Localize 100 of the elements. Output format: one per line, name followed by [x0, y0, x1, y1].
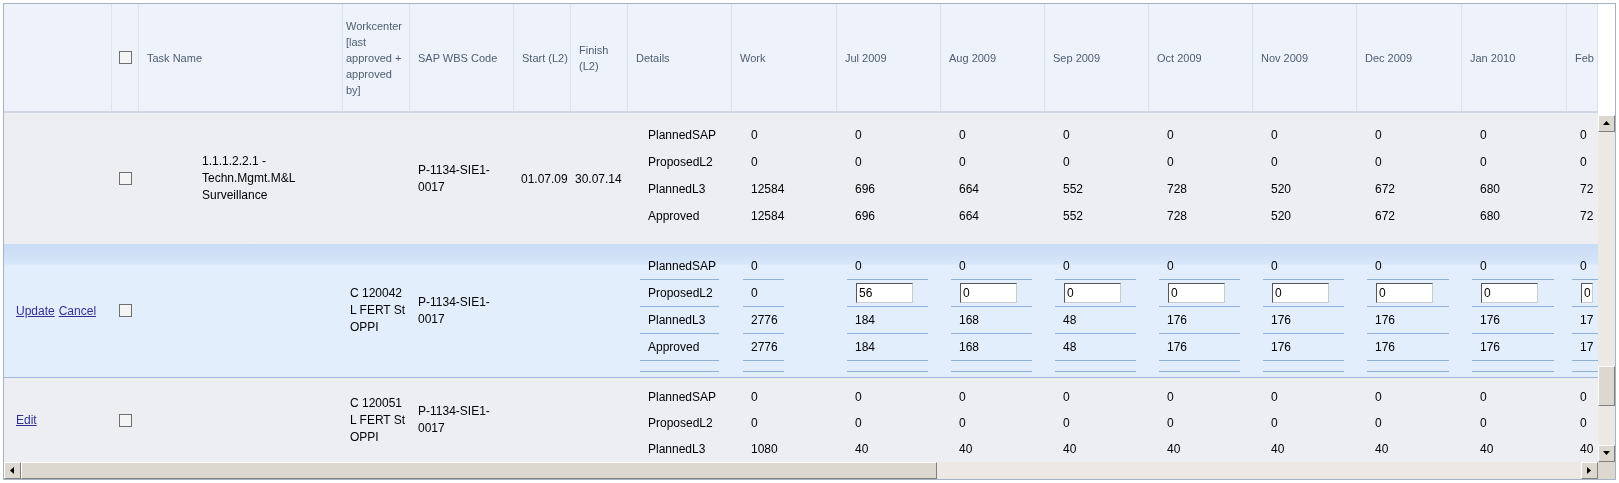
work-value: 0: [743, 253, 784, 280]
horizontal-scrollbar[interactable]: [4, 462, 1615, 479]
month-value: 0: [1062, 415, 1071, 432]
column-header[interactable]: Nov 2009: [1261, 49, 1309, 66]
month-value: 664: [958, 207, 981, 225]
column-header[interactable]: Details: [636, 49, 670, 66]
month-value: 0: [1166, 415, 1175, 432]
month-value: 696: [854, 180, 877, 198]
column-header[interactable]: Workcenter [last approved + approved by]: [346, 17, 407, 98]
work-value: 2776: [743, 307, 784, 334]
detail-label: PlannedSAP: [647, 126, 718, 144]
month-input[interactable]: 0: [1168, 283, 1225, 303]
detail-label: ProposedL2: [647, 153, 714, 171]
month-value: 0: [854, 389, 863, 406]
detail-label: PlannedL3: [647, 180, 707, 198]
month-value: 176: [1472, 307, 1554, 334]
workcenter: C 120051 L FERT St OPPI: [350, 394, 407, 446]
scroll-left-icon[interactable]: [4, 462, 21, 479]
month-value: 0: [1062, 389, 1071, 406]
month-value: 0: [1270, 153, 1279, 171]
month-value: 48: [1055, 307, 1136, 334]
month-value: 0: [1270, 415, 1279, 432]
month-value: 168: [951, 307, 1032, 334]
month-value: 0: [958, 415, 967, 432]
month-value: 0: [1367, 253, 1449, 280]
month-input[interactable]: 0: [1272, 283, 1329, 303]
month-input[interactable]: 0: [1376, 283, 1433, 303]
month-value: 40: [1166, 441, 1182, 458]
vertical-scrollbar[interactable]: [1598, 115, 1615, 462]
month-value: 48: [1055, 334, 1136, 361]
detail-label: PlannedL3: [640, 307, 719, 334]
wbs-code: P-1134-SIE1-0017: [418, 293, 491, 328]
month-value: 0: [1472, 253, 1554, 280]
month-input[interactable]: 0: [960, 283, 1017, 303]
column-header[interactable]: SAP WBS Code: [418, 49, 498, 66]
wbs-code: P-1134-SIE1-0017: [418, 161, 491, 196]
month-value: 520: [1270, 207, 1293, 225]
month-value: 0: [1374, 415, 1383, 432]
checkbox[interactable]: [119, 172, 132, 185]
month-value: 0: [1479, 126, 1488, 144]
work-value: 0: [750, 389, 759, 406]
row-link[interactable]: Edit: [16, 411, 37, 429]
work-value: 0: [750, 126, 759, 144]
detail-label: ProposedL2: [640, 280, 719, 307]
month-input[interactable]: 0: [1481, 283, 1538, 303]
month-value: 184: [847, 307, 928, 334]
column-header[interactable]: Sep 2009: [1053, 49, 1101, 66]
month-value: 176: [1263, 334, 1344, 361]
month-value: 0: [1166, 126, 1175, 144]
scroll-right-icon[interactable]: [1581, 462, 1598, 479]
scroll-up-icon[interactable]: [1598, 115, 1615, 132]
column-header[interactable]: Dec 2009: [1365, 49, 1413, 66]
month-value: 0: [1270, 389, 1279, 406]
wbs-code: P-1134-SIE1-0017: [418, 403, 491, 437]
workcenter: C 120042 L FERT St OPPI: [350, 285, 407, 336]
month-value: 176: [1159, 307, 1240, 334]
checkbox[interactable]: [118, 51, 132, 64]
month-value: 0: [1579, 415, 1588, 432]
checkbox[interactable]: [119, 413, 132, 427]
month-value: 176: [1159, 334, 1240, 361]
column-header[interactable]: Start (L2): [522, 49, 568, 66]
column-header[interactable]: Task Name: [147, 49, 203, 66]
month-input[interactable]: 0: [1064, 283, 1121, 303]
work-value: 2776: [743, 334, 784, 361]
month-value: 40: [854, 441, 870, 458]
month-value: 0: [1055, 253, 1136, 280]
month-value: 680: [1479, 207, 1502, 225]
month-value: 0: [1479, 389, 1488, 406]
month-input[interactable]: 56: [856, 283, 913, 303]
column-header[interactable]: Finish (L2): [579, 41, 625, 74]
month-value: 40: [1374, 441, 1390, 458]
month-value: 0: [1374, 153, 1383, 171]
month-value: 0: [958, 153, 967, 171]
detail-label: PlannedSAP: [640, 253, 719, 280]
scrollbar-thumb[interactable]: [21, 462, 937, 479]
month-value: 0: [854, 153, 863, 171]
month-value: 0: [1159, 253, 1240, 280]
month-value: 184: [847, 334, 928, 361]
scroll-down-icon[interactable]: [1598, 445, 1615, 462]
work-value: 1080: [750, 441, 779, 458]
month-value: 0: [854, 126, 863, 144]
row-link[interactable]: Cancel: [58, 301, 97, 320]
column-header[interactable]: Jul 2009: [845, 49, 887, 66]
month-value: 176: [1472, 334, 1554, 361]
month-value: 40: [1479, 441, 1495, 458]
column-header[interactable]: Jan 2010: [1470, 49, 1516, 66]
row-link[interactable]: Update: [16, 301, 55, 320]
column-header[interactable]: Feb: [1575, 49, 1594, 66]
month-value: 0: [847, 253, 928, 280]
month-value: 728: [1166, 207, 1189, 225]
month-value: 680: [1479, 180, 1502, 198]
scrollbar-thumb[interactable]: [1598, 366, 1615, 406]
finish-date: 30.07.14: [575, 170, 622, 188]
column-header[interactable]: Work: [740, 49, 766, 66]
month-input[interactable]: 0: [1581, 283, 1593, 303]
month-value: 0: [1579, 389, 1588, 406]
column-header[interactable]: Oct 2009: [1157, 49, 1202, 66]
start-date: 01.07.09: [521, 170, 568, 188]
column-header[interactable]: Aug 2009: [949, 49, 997, 66]
checkbox[interactable]: [119, 304, 132, 317]
